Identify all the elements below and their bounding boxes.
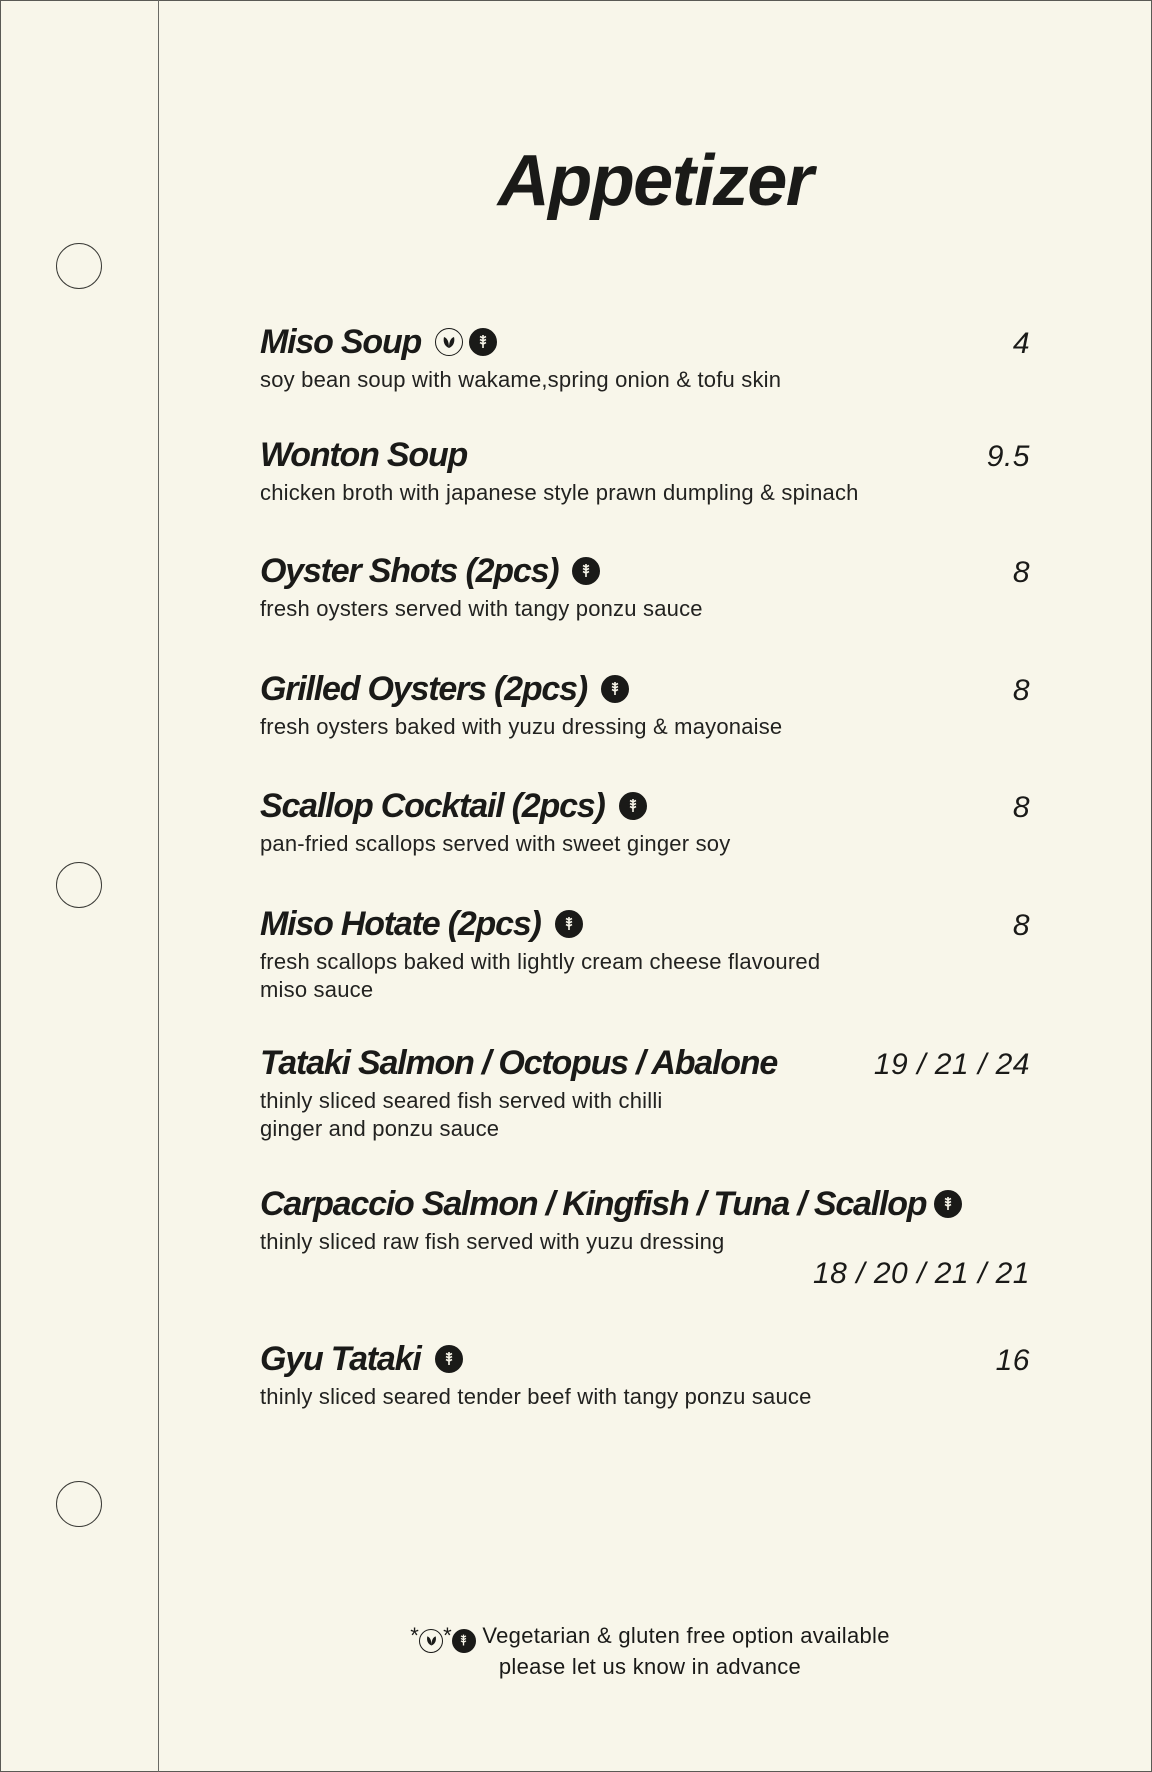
menu-item-price: 18 / 20 / 21 / 21 — [813, 1257, 1030, 1290]
menu-item: Carpaccio Salmon / Kingfish / Tuna / Sca… — [260, 1184, 1040, 1290]
menu-item-name: Gyu Tataki — [260, 1340, 422, 1378]
binder-hole-top — [56, 243, 102, 289]
asterisk: * — [443, 1623, 452, 1648]
binder-hole-middle — [56, 862, 102, 908]
menu-item-description-line: ginger and ponzu sauce — [260, 1116, 500, 1141]
dietary-note-text: Vegetarian & gluten free option availabl… — [482, 1623, 890, 1648]
menu-item-description: soy bean soup with wakame,spring onion &… — [260, 367, 782, 392]
menu-item-name: Tataki Salmon / Octopus / Abalone — [260, 1044, 778, 1082]
menu-item-name: Miso Soup — [260, 323, 422, 361]
gluten-free-icon — [469, 328, 498, 356]
menu-item-description: thinly sliced raw fish served with yuzu … — [260, 1229, 725, 1254]
menu-item-price: 9.5 — [986, 440, 1030, 473]
gluten-free-icon — [600, 675, 629, 703]
menu-page — [0, 0, 1152, 1772]
menu-item-price: 8 — [1012, 791, 1030, 824]
dietary-note: * * Vegetarian & gluten free option avail… — [300, 1622, 1000, 1681]
menu-item-price: 4 — [1012, 327, 1030, 360]
menu-item-price: 8 — [1012, 909, 1030, 942]
menu-item-description: chicken broth with japanese style prawn … — [260, 480, 859, 505]
gluten-free-icon — [451, 1628, 476, 1653]
menu-item-description: pan-fried scallops served with sweet gin… — [260, 831, 731, 856]
menu-item-description: thinly sliced seared tender beef with ta… — [260, 1384, 812, 1409]
menu-item-price: 8 — [1012, 674, 1030, 707]
gluten-free-icon — [554, 910, 583, 938]
menu-item: Miso Hotate (2pcs) fresh scallops baked … — [260, 904, 1030, 1004]
gluten-free-icon — [618, 792, 647, 820]
gluten-free-icon — [572, 557, 601, 585]
menu-item-description-line: miso sauce — [260, 977, 374, 1002]
menu-item-name: Carpaccio Salmon / Kingfish / Tuna / Sca… — [260, 1185, 928, 1223]
dietary-note-line-1: * * Vegetarian & gluten free option avail… — [300, 1622, 1000, 1653]
vegetarian-icon — [419, 1628, 444, 1653]
asterisk: * — [410, 1623, 420, 1648]
menu-item-description-line: fresh scallops baked with lightly cream … — [260, 949, 821, 974]
menu-item-price: 8 — [1012, 556, 1030, 589]
binding-margin-line — [158, 0, 159, 1772]
menu-item-name: Scallop Cocktail (2pcs) — [260, 787, 606, 825]
vegetarian-icon — [435, 328, 464, 356]
menu-item-name: Miso Hotate (2pcs) — [260, 905, 542, 943]
menu-item-price: 16 — [995, 1344, 1030, 1377]
binder-hole-bottom — [56, 1481, 102, 1527]
menu-item-description-line: thinly sliced seared fish served with ch… — [260, 1088, 663, 1113]
gluten-free-icon — [434, 1345, 463, 1373]
menu-item-name: Oyster Shots (2pcs) — [260, 552, 560, 590]
gluten-free-icon — [934, 1190, 963, 1218]
dietary-note-line-2: please let us know in advance — [498, 1653, 802, 1679]
menu-item: Miso Soup soy bean soup with wakame,spri… — [260, 322, 1030, 394]
menu-item: Tataki Salmon / Octopus / Abalone thinly… — [260, 1043, 1030, 1143]
menu-item-name: Grilled Oysters (2pcs) — [260, 670, 588, 708]
menu-item: Grilled Oysters (2pcs) fresh oysters bak… — [260, 669, 1030, 741]
menu-item-description: fresh oysters served with tangy ponzu sa… — [260, 596, 703, 621]
menu-item-name: Wonton Soup — [260, 436, 468, 474]
menu-item: Scallop Cocktail (2pcs) pan-fried scallo… — [260, 786, 1030, 858]
page-title: Appetizer — [497, 141, 814, 221]
menu-item-price: 19 / 21 / 24 — [873, 1048, 1030, 1081]
menu-item: Wonton Soup chicken broth with japanese … — [260, 435, 1030, 507]
menu-item: Gyu Tataki thinly sliced seared tender b… — [260, 1339, 1030, 1411]
menu-item: Oyster Shots (2pcs) fresh oysters served… — [260, 551, 1030, 623]
menu-item-description: fresh oysters baked with yuzu dressing &… — [260, 714, 783, 739]
